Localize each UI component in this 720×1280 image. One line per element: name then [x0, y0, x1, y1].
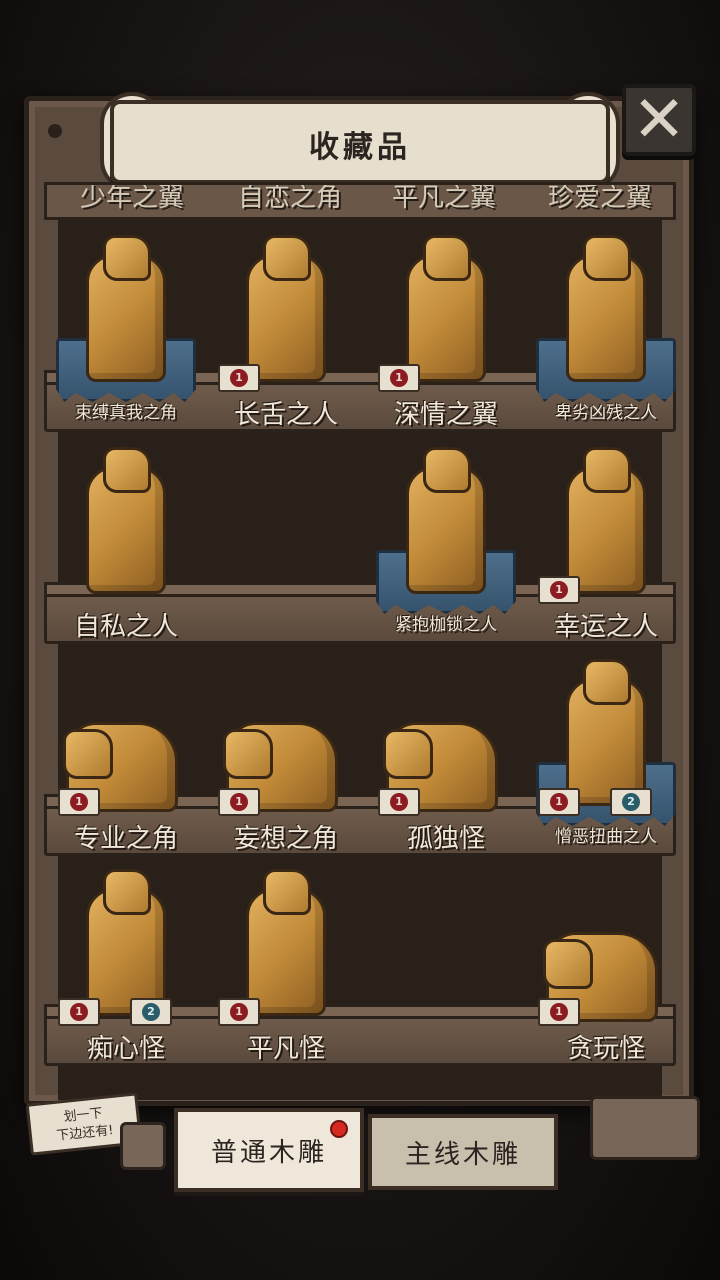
collectible-label: 幸运之人	[553, 612, 658, 642]
collectible-item[interactable]: 紧抱枷锁之人	[366, 447, 516, 646]
collectible-item[interactable]: 1 2 痴心怪	[46, 869, 196, 1068]
collectible-item[interactable]: 1 平凡怪	[206, 869, 356, 1068]
seal-icon: 1	[70, 793, 88, 811]
seal-icon: 2	[142, 1003, 160, 1021]
tab-main-carvings[interactable]: 主线木雕	[368, 1114, 558, 1190]
shelf-item-label: 自恋之角	[237, 183, 342, 213]
collectible-label: 孤独怪	[406, 824, 485, 854]
tab-normal-label: 普通木雕	[210, 1137, 327, 1168]
wood-carving-icon	[86, 447, 166, 594]
collectible-item[interactable]: 自私之人	[46, 447, 196, 646]
count-tag: 2	[130, 998, 172, 1026]
collectible-item[interactable]: 束缚真我之角	[46, 235, 196, 434]
shelf-item-label: 珍爱之翼	[547, 183, 652, 213]
scroll-decoration	[120, 1122, 166, 1170]
seal-icon: 1	[230, 1003, 248, 1021]
count-tag: 1	[378, 364, 420, 392]
seal-icon: 1	[230, 793, 248, 811]
close-button[interactable]: ✕	[622, 84, 696, 156]
collectible-label: 卑劣凶残之人	[555, 403, 657, 423]
wood-carving-icon	[246, 235, 326, 382]
wood-carving-icon	[246, 869, 326, 1016]
count-tag: 1	[218, 364, 260, 392]
tab-main-label: 主线木雕	[404, 1139, 521, 1170]
collectible-label: 紧抱枷锁之人	[395, 615, 497, 635]
close-icon: ✕	[632, 83, 686, 157]
collectible-item[interactable]: 1 幸运之人	[526, 447, 676, 646]
wood-carving-icon	[86, 235, 166, 382]
collectible-item[interactable]: 1 孤独怪	[366, 662, 516, 858]
seal-icon: 1	[230, 369, 248, 387]
shelf-item-label: 少年之翼	[79, 183, 184, 213]
wood-carving-icon	[406, 447, 486, 594]
collectible-label: 束缚真我之角	[75, 403, 177, 423]
nail-icon	[48, 124, 62, 138]
count-tag: 1	[218, 998, 260, 1026]
collectible-item[interactable]: 1 贪玩怪	[526, 872, 676, 1068]
collectible-label: 深情之翼	[393, 400, 498, 430]
collectible-label: 贪玩怪	[566, 1034, 645, 1064]
collectible-label: 妄想之角	[233, 824, 338, 854]
collectible-label: 自私之人	[73, 612, 178, 642]
seal-icon: 2	[622, 793, 640, 811]
collectible-label: 痴心怪	[86, 1034, 165, 1064]
wood-carving-icon	[86, 869, 166, 1016]
page-title: 收藏品	[309, 130, 411, 165]
collectible-label: 长舌之人	[233, 400, 338, 430]
collectible-label: 专业之角	[73, 824, 178, 854]
collectible-item[interactable]: 1 长舌之人	[206, 235, 356, 434]
count-tag: 1	[218, 788, 260, 816]
count-tag: 1	[58, 998, 100, 1026]
shelf-item-label: 平凡之翼	[391, 183, 496, 213]
collectible-item[interactable]: 1 深情之翼	[366, 235, 516, 434]
rocks-decoration	[590, 1096, 700, 1160]
collectible-label: 平凡怪	[246, 1034, 325, 1064]
notification-dot	[330, 1120, 348, 1138]
wood-carving-icon	[566, 235, 646, 382]
collectible-item[interactable]: 1 专业之角	[46, 662, 196, 858]
collectible-item[interactable]: 卑劣凶残之人	[526, 235, 676, 434]
seal-icon: 1	[390, 793, 408, 811]
count-tag: 1	[538, 788, 580, 816]
seal-icon: 1	[550, 793, 568, 811]
seal-icon: 1	[390, 369, 408, 387]
count-tag: 1	[58, 788, 100, 816]
seal-icon: 1	[70, 1003, 88, 1021]
seal-icon: 1	[550, 581, 568, 599]
wood-carving-icon	[406, 235, 486, 382]
wood-carving-icon	[566, 659, 646, 806]
collectible-label: 憎恶扭曲之人	[555, 827, 657, 847]
count-tag: 2	[610, 788, 652, 816]
collectible-item[interactable]: 1 妄想之角	[206, 662, 356, 858]
seal-icon: 1	[550, 1003, 568, 1021]
count-tag: 1	[538, 998, 580, 1026]
count-tag: 1	[538, 576, 580, 604]
count-tag: 1	[378, 788, 420, 816]
wood-carving-icon	[566, 447, 646, 594]
previous-shelf-row: 少年之翼 自恋之角 平凡之翼 珍爱之翼	[44, 182, 676, 220]
collectible-item[interactable]: 1 2 憎恶扭曲之人	[526, 659, 676, 858]
